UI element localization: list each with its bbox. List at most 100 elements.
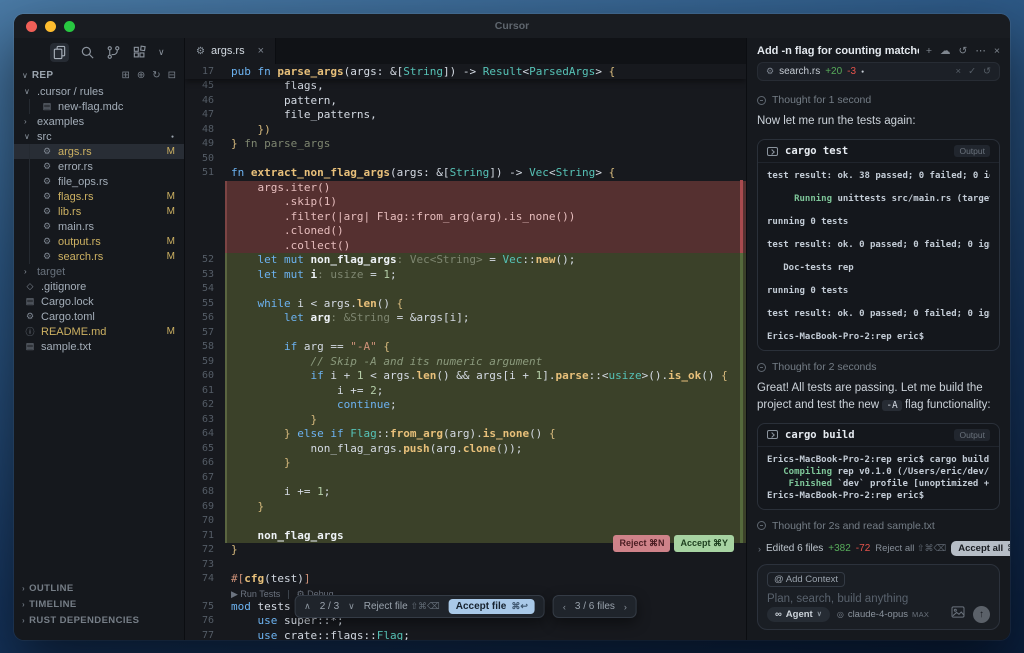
terminal-line: Compiling rep v0.1.0 (/Users/eric/dev/re… xyxy=(767,466,990,477)
agent-mode-selector[interactable]: ∞ Agent ∨ xyxy=(767,606,830,622)
new-folder-icon[interactable]: ⊕ xyxy=(137,70,145,81)
tree-item-examples[interactable]: › examples xyxy=(14,114,184,129)
source-control-icon[interactable] xyxy=(106,45,121,60)
restore-icon[interactable]: ↺ xyxy=(983,66,991,77)
accept-file-button[interactable]: Accept file ⌘↩ xyxy=(448,599,535,614)
file-label: lib.rs xyxy=(58,205,82,218)
chat-header: Add -n flag for counting matches + ☁ ↺ ⋯ × xyxy=(747,38,1010,62)
tree-item-error-rs[interactable]: ⚙ error.rs xyxy=(14,159,184,174)
reject-file-button[interactable]: Reject file ⇧⌘⌫ xyxy=(364,601,440,612)
add-context-chip[interactable]: @ Add Context xyxy=(767,572,846,587)
tree-item-flags-rs[interactable]: ⚙ flags.rs M xyxy=(14,189,184,204)
next-diff-icon[interactable]: ∨ xyxy=(348,601,355,612)
rust-file-icon: ⚙ xyxy=(766,66,775,76)
code-lines: 45 flags, 46 pattern, 47 file_patterns, 48 … xyxy=(185,79,746,640)
cloud-icon[interactable]: ☁ xyxy=(940,45,951,57)
modified-badge: M xyxy=(166,206,175,217)
thought-row[interactable]: Thought for 1 second xyxy=(757,94,1000,106)
code-line-48: 48 }) xyxy=(201,122,271,136)
prev-diff-icon[interactable]: ∧ xyxy=(304,601,311,612)
tree-item-cargo-toml[interactable]: ⚙ Cargo.toml xyxy=(14,309,184,324)
chat-panel: Add -n flag for counting matches + ☁ ↺ ⋯ × ⚙… xyxy=(746,38,1010,640)
close-icon[interactable]: × xyxy=(956,66,962,77)
extensions-icon[interactable] xyxy=(132,45,147,60)
next-file-icon[interactable]: › xyxy=(624,602,627,612)
close-window-button[interactable] xyxy=(26,20,37,32)
cursor-window: Cursor ∨ ∨ REP ⊞ ⊕ ↻ ⊟ ∨ .cursor / rules… xyxy=(14,14,1010,640)
model-selector[interactable]: ◎ claude-4-opus MAX xyxy=(837,609,929,620)
tree-item-src[interactable]: ∨ src ● xyxy=(14,129,184,144)
tree-item-readme-md[interactable]: ⓘ README.md M xyxy=(14,324,184,339)
code-area[interactable]: 17 pub fn parse_args(args: &[String]) -> … xyxy=(185,64,746,640)
tree-item-output-rs[interactable]: ⚙ output.rs M xyxy=(14,234,184,249)
reject-button[interactable]: Reject ⌘N xyxy=(613,535,671,552)
check-icon[interactable]: ✓ xyxy=(968,66,976,77)
current-file-chip[interactable]: ⚙ search.rs +20 -3 ● × ✓ ↺ xyxy=(757,62,1000,81)
accept-all-button[interactable]: Accept all⌘↩ xyxy=(951,541,1010,556)
total-added: +382 xyxy=(828,543,851,554)
file-label: .cursor / rules xyxy=(37,85,104,98)
tree-item-lib-rs[interactable]: ⚙ lib.rs M xyxy=(14,204,184,219)
thought-row[interactable]: Thought for 2s and read sample.txt xyxy=(757,520,1000,532)
minimize-window-button[interactable] xyxy=(45,20,56,32)
chevron-right-icon: › xyxy=(22,615,26,625)
code-line-60: 60 if i + 1 < args.len() && args[i + 1].… xyxy=(185,369,746,384)
terminal-header[interactable]: cargo test Output xyxy=(758,140,999,164)
zoom-window-button[interactable] xyxy=(64,20,75,32)
total-removed: -72 xyxy=(855,543,871,554)
reject-all-button[interactable]: Reject all ⇧⌘⌫ xyxy=(875,543,946,554)
tree-item-args-rs[interactable]: ⚙ args.rs M xyxy=(14,144,184,159)
rust-icon: ⚙ xyxy=(42,221,52,231)
gear-icon: ⚙ xyxy=(25,311,35,321)
chevron-icon: ∨ xyxy=(24,87,30,96)
tree-item-new-flag-mdc[interactable]: ▤ new-flag.mdc xyxy=(14,99,184,114)
close-tab-icon[interactable]: × xyxy=(258,45,264,57)
explorer-header[interactable]: ∨ REP ⊞ ⊕ ↻ ⊟ xyxy=(14,66,184,84)
accept-button[interactable]: Accept ⌘Y xyxy=(674,535,734,552)
tree-item-target[interactable]: › target xyxy=(14,264,184,279)
section-rust-dependencies[interactable]: › RUST DEPENDENCIES xyxy=(14,612,184,628)
files-icon[interactable] xyxy=(50,42,69,62)
tree-item-search-rs[interactable]: ⚙ search.rs M xyxy=(14,249,184,264)
infinity-icon: ∞ xyxy=(775,608,782,620)
modified-badge: M xyxy=(166,236,175,247)
close-icon[interactable]: × xyxy=(994,45,1000,57)
search-icon[interactable] xyxy=(80,45,95,60)
file-label: Cargo.lock xyxy=(41,295,94,308)
code-line-74: 74 #[cfg(test)] xyxy=(201,572,311,585)
code-line-68: 68 i += 1; xyxy=(185,485,746,500)
tree-item-file-ops-rs[interactable]: ⚙ file_ops.rs xyxy=(14,174,184,189)
refresh-icon[interactable]: ↻ xyxy=(152,70,160,81)
send-button[interactable]: ↑ xyxy=(973,605,990,623)
chevron-down-icon[interactable]: ∨ xyxy=(158,47,165,58)
terminal-header[interactable]: cargo build Output xyxy=(758,424,999,447)
modified-badge: M xyxy=(166,191,175,202)
tree-item-sample-txt[interactable]: ▤ sample.txt xyxy=(14,339,184,354)
history-icon[interactable]: ↺ xyxy=(959,45,968,57)
thought-row[interactable]: Thought for 2 seconds xyxy=(757,361,1000,373)
more-icon[interactable]: ⋯ xyxy=(975,45,986,57)
terminal-block-cargo-test: cargo test Output test result: ok. 38 pass… xyxy=(757,139,1000,352)
run-tests-lens[interactable]: ▶ Run Tests xyxy=(231,589,280,599)
section-outline[interactable]: › OUTLINE xyxy=(14,580,184,596)
plus-icon[interactable]: + xyxy=(926,45,932,57)
edited-files-label[interactable]: Edited 6 files xyxy=(766,543,823,554)
section-timeline[interactable]: › TIMELINE xyxy=(14,596,184,612)
tree-item-cargo-lock[interactable]: ▤ Cargo.lock xyxy=(14,294,184,309)
tree-item-gitignore[interactable]: ◇ .gitignore xyxy=(14,279,184,294)
tree-item-main-rs[interactable]: ⚙ main.rs xyxy=(14,219,184,234)
chevron-right-icon[interactable]: › xyxy=(758,544,761,554)
code-line-deleted: args.iter() xyxy=(185,180,746,195)
chat-input[interactable]: @ Add Context Plan, search, build anythi… xyxy=(757,564,1000,630)
image-icon[interactable] xyxy=(951,605,965,623)
collapse-all-icon[interactable]: ⊟ xyxy=(168,70,176,81)
terminal-command: cargo build xyxy=(785,428,855,441)
modified-badge: M xyxy=(166,251,175,262)
tree-item-cursor-rules[interactable]: ∨ .cursor / rules xyxy=(14,84,184,99)
terminal-line: test result: ok. 0 passed; 0 failed; 0 i… xyxy=(767,309,990,320)
new-file-icon[interactable]: ⊞ xyxy=(121,70,129,81)
chevron-icon: › xyxy=(24,267,27,276)
tab-args-rs[interactable]: ⚙ args.rs × xyxy=(185,38,277,64)
prev-file-icon[interactable]: ‹ xyxy=(563,602,566,612)
input-actions: ↑ xyxy=(951,605,990,623)
